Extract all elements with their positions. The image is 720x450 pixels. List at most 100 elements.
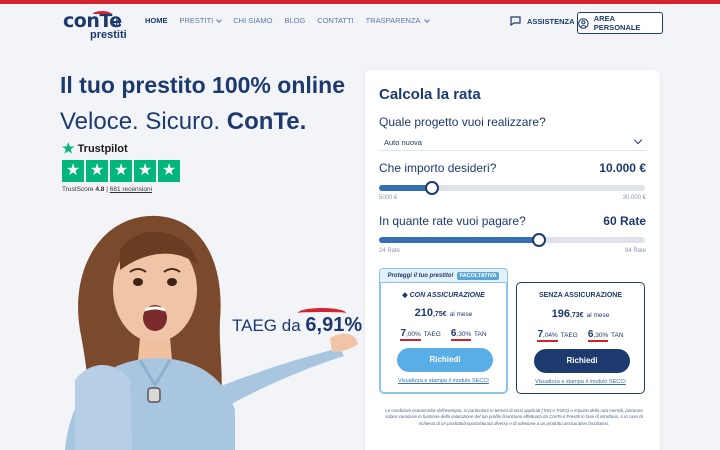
amount-question: Che importo desideri? — [379, 161, 497, 175]
tan-label: TAN — [611, 332, 624, 339]
user-icon — [578, 17, 589, 29]
rate-slider[interactable] — [379, 233, 645, 247]
tan-dec: ,30% — [593, 332, 609, 339]
amount-slider-handle[interactable] — [425, 181, 440, 195]
nav-trasparenza-label: TRASPARENZA — [365, 16, 421, 25]
shield-icon: ◆ — [402, 292, 408, 299]
nav-home[interactable]: HOME — [145, 16, 168, 25]
nav-prestiti[interactable]: PRESTITI — [179, 16, 223, 25]
amount-int: 210 — [414, 307, 433, 319]
secci-link[interactable]: Visualizza e stampa il modulo SECCI — [517, 379, 644, 385]
taeg-dec: ,00% — [406, 331, 421, 338]
trustscore-line: TrustScore 4.8 | 681 recensioni — [62, 186, 180, 193]
plan-without-insurance[interactable]: SENZA ASSICURAZIONE 196,73€ al mese 7,04… — [516, 282, 645, 394]
taeg-label: TAEG da — [232, 316, 306, 335]
chevron-down-icon — [423, 16, 430, 23]
nav-contatti[interactable]: CONTATTI — [317, 16, 353, 25]
project-select[interactable]: Auto nuova — [379, 133, 647, 151]
area-personale-label: AREA PERSONALE — [593, 14, 641, 32]
star-icon: ★ — [86, 160, 108, 182]
plan-rates: 7,04% TAEG 6,30% TAN — [517, 329, 644, 342]
optional-badge: FACOLTATIVA — [456, 271, 500, 280]
loan-calculator: Calcola la rata Quale progetto vuoi real… — [365, 70, 660, 450]
tan-label: TAN — [474, 331, 487, 338]
plan-with-insurance[interactable]: ◆ CON ASSICURAZIONE 210,75€ al mese 7,00… — [379, 282, 508, 394]
plan-title: SENZA ASSICURAZIONE — [538, 292, 623, 299]
hero-subtitle-plain: Veloce. Sicuro. — [60, 108, 227, 135]
trustpilot-widget[interactable]: ★ Trustpilot ★ ★ ★ ★ ★ TrustScore 4.8 | … — [62, 140, 180, 193]
taeg-value: 6,91% — [305, 314, 363, 336]
hero-subtitle: Veloce. Sicuro. ConTe. — [60, 108, 306, 136]
hero-title: Il tuo prestito 100% online — [60, 72, 345, 98]
nav-prestiti-label: PRESTITI — [179, 16, 214, 25]
area-personale-button[interactable]: AREA PERSONALE — [577, 12, 663, 34]
plan-rates: 7,00% TAEG 6,30% TAN — [380, 328, 507, 341]
trustpilot-stars: ★ ★ ★ ★ ★ — [62, 160, 180, 182]
project-select-value: Auto nuova — [384, 138, 422, 147]
nav-chi-siamo[interactable]: CHI SIAMO — [233, 16, 272, 25]
taeg-dec: ,04% — [543, 332, 558, 339]
rate-max: 84 Rate — [624, 248, 646, 254]
rate-slider-handle[interactable] — [531, 233, 546, 247]
tan-rate: 6,30% — [587, 329, 609, 342]
amount-max: 30.000 € — [622, 195, 646, 201]
trustscore-label: TrustScore — [62, 186, 94, 193]
rate-question: In quante rate vuoi pagare? — [379, 214, 526, 228]
plan-monthly-amount: 196,73€ al mese — [517, 308, 644, 320]
logo-sub: prestiti — [90, 29, 127, 41]
reviews-link[interactable]: 681 recensioni — [110, 186, 152, 193]
taeg-label: TAEG — [560, 332, 578, 339]
taeg-callout: TAEG da 6,91% — [232, 314, 362, 337]
rate-min: 24 Rate — [379, 248, 401, 254]
trustscore-value: 4.8 — [95, 186, 105, 193]
taeg-rate: 7,04% — [537, 329, 558, 342]
assistenza-label: ASSISTENZA — [527, 16, 575, 26]
trustpilot-brand: ★ Trustpilot — [62, 140, 180, 157]
nav-blog[interactable]: BLOG — [284, 16, 305, 25]
logo-arc-icon — [93, 11, 111, 17]
taeg-rate: 7,00% — [400, 328, 421, 341]
star-icon: ★ — [158, 160, 180, 182]
taeg-label: TAEG — [423, 331, 441, 338]
trustscore-separator: | — [106, 186, 108, 193]
richiedi-with-insurance-button[interactable]: Richiedi — [397, 348, 493, 372]
amount-slider[interactable] — [379, 181, 645, 195]
trustpilot-label: Trustpilot — [77, 142, 128, 155]
star-icon: ★ — [62, 160, 84, 182]
hero-subtitle-bold: ConTe. — [226, 108, 307, 135]
nav-blog-label: BLOG — [284, 16, 306, 25]
rate-value: 60 Rate — [603, 214, 646, 228]
nav-chi-siamo-label: CHI SIAMO — [233, 16, 273, 25]
conte-logo[interactable]: conTe .it prestiti — [63, 10, 127, 41]
tan-rate: 6,30% — [450, 328, 472, 341]
amount-value: 10.000 € — [599, 161, 646, 175]
amount-min: 5000 € — [379, 195, 398, 201]
tan-dec: ,30% — [456, 331, 472, 338]
project-question: Quale progetto vuoi realizzare? — [379, 115, 546, 129]
nav-home-label: HOME — [145, 16, 168, 25]
secci-link[interactable]: Visualizza e stampa il modulo SECCI — [380, 378, 507, 384]
chevron-down-icon — [633, 135, 643, 145]
chevron-down-icon — [216, 16, 223, 23]
amount-dec: ,75€ — [432, 311, 447, 318]
calculator-title: Calcola la rata — [379, 86, 481, 103]
chat-bubble-icon — [510, 16, 521, 26]
plan-title-label: CON ASSICURAZIONE — [409, 292, 485, 299]
logo-tld: .it — [113, 17, 121, 27]
nav-contatti-label: CONTATTI — [317, 16, 354, 25]
richiedi-without-insurance-button[interactable]: Richiedi — [534, 349, 630, 373]
per-month: al mese — [449, 311, 473, 318]
trustpilot-star-icon: ★ — [62, 140, 75, 156]
plan-monthly-amount: 210,75€ al mese — [380, 307, 507, 319]
protect-tag-label: Proteggi il tuo prestito! — [387, 272, 454, 279]
rate-slider-fill — [379, 237, 539, 243]
star-icon: ★ — [134, 160, 156, 182]
fine-print: Le condizioni economiche dell'esempio, i… — [385, 408, 643, 426]
main-nav: HOME PRESTITI CHI SIAMO BLOG CONTATTI TR… — [145, 16, 430, 25]
amount-dec: ,73€ — [569, 312, 584, 319]
amount-int: 196 — [551, 308, 570, 320]
assistenza-link[interactable]: ASSISTENZA — [510, 16, 575, 26]
nav-trasparenza[interactable]: TRASPARENZA — [365, 16, 430, 25]
site-header: conTe .it prestiti HOME PRESTITI CHI SIA… — [0, 4, 720, 41]
protect-tag: Proteggi il tuo prestito! FACOLTATIVA — [379, 268, 508, 282]
